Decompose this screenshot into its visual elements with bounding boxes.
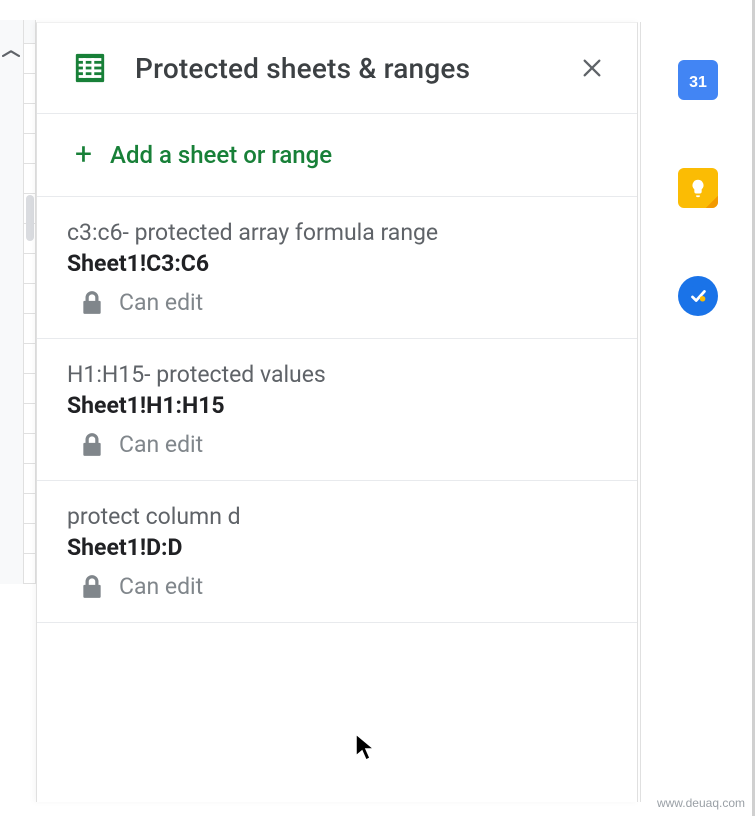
- close-button[interactable]: [575, 51, 609, 85]
- calendar-day-number: 31: [689, 74, 707, 92]
- lightbulb-icon: [687, 177, 709, 199]
- chevron-up-icon[interactable]: [2, 47, 20, 62]
- protected-ranges-panel: Protected sheets & ranges + Add a sheet …: [36, 22, 638, 802]
- scrollbar-thumb[interactable]: [26, 195, 34, 241]
- range-description: protect column d: [67, 503, 607, 530]
- panel-title: Protected sheets & ranges: [135, 52, 575, 85]
- protected-range-item[interactable]: protect column d Sheet1!D:D Can edit: [37, 481, 637, 623]
- watermark-text: www.deuaq.com: [657, 796, 745, 810]
- keep-app-icon[interactable]: [678, 168, 718, 208]
- range-permission: Can edit: [79, 573, 607, 600]
- range-reference: Sheet1!H1:H15: [67, 392, 607, 419]
- close-icon: [581, 57, 603, 79]
- range-reference: Sheet1!D:D: [67, 534, 607, 561]
- add-sheet-or-range-button[interactable]: + Add a sheet or range: [37, 114, 637, 197]
- lock-icon: [79, 432, 105, 458]
- lock-icon: [79, 290, 105, 316]
- sheets-icon: [73, 51, 107, 85]
- calendar-app-icon[interactable]: 31: [678, 60, 718, 100]
- panel-header: Protected sheets & ranges: [37, 23, 637, 114]
- permission-text: Can edit: [119, 573, 203, 600]
- range-permission: Can edit: [79, 431, 607, 458]
- task-pencil-icon: [687, 285, 709, 307]
- range-reference: Sheet1!C3:C6: [67, 250, 607, 277]
- side-panel-launcher: 31: [640, 22, 755, 802]
- range-permission: Can edit: [79, 289, 607, 316]
- range-description: H1:H15- protected values: [67, 361, 607, 388]
- permission-text: Can edit: [119, 289, 203, 316]
- tasks-app-icon[interactable]: [678, 276, 718, 316]
- add-label: Add a sheet or range: [110, 141, 332, 169]
- protected-range-item[interactable]: c3:c6- protected array formula range She…: [37, 197, 637, 339]
- lock-icon: [79, 574, 105, 600]
- plus-icon: +: [75, 140, 92, 170]
- protected-range-item[interactable]: H1:H15- protected values Sheet1!H1:H15 C…: [37, 339, 637, 481]
- permission-text: Can edit: [119, 431, 203, 458]
- range-description: c3:c6- protected array formula range: [67, 219, 607, 246]
- spreadsheet-grid-sliver: [0, 20, 36, 816]
